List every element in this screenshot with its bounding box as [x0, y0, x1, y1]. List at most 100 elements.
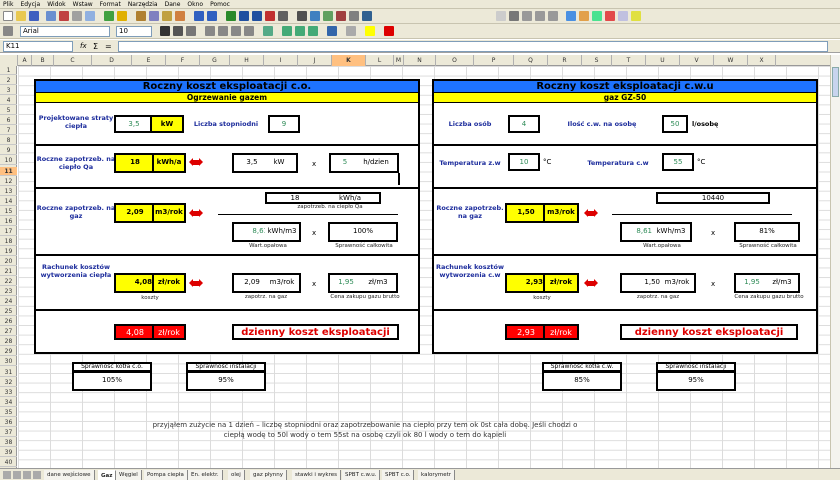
row-header[interactable]: 21 [0, 267, 17, 276]
row-header[interactable]: 18 [0, 237, 17, 246]
temp-cw-value[interactable]: 55 [662, 153, 694, 171]
row-header[interactable]: 36 [0, 418, 17, 427]
background-color-icon[interactable] [365, 26, 375, 36]
next-sheet-icon[interactable] [23, 471, 31, 479]
row-header[interactable]: 9 [0, 146, 17, 156]
row-header[interactable]: 3 [0, 86, 17, 96]
hyperlink-icon[interactable] [226, 11, 236, 21]
column-header[interactable]: Q [514, 55, 548, 66]
datasource-icon[interactable] [336, 11, 346, 21]
sheet-tab[interactable]: gaz płynny [250, 470, 288, 480]
column-header[interactable]: M [394, 55, 404, 66]
row-header[interactable]: 32 [0, 378, 17, 387]
select-icon[interactable] [496, 11, 506, 21]
sheet-tab[interactable]: kalorymetr [418, 470, 456, 480]
column-header[interactable]: A [18, 55, 32, 66]
select-all-corner[interactable] [0, 55, 18, 66]
styles-icon[interactable] [3, 26, 13, 36]
name-box[interactable]: K11 [3, 41, 73, 52]
menu-item[interactable]: Edycja [20, 1, 40, 8]
align-center-icon[interactable] [218, 26, 228, 36]
row-header[interactable]: 6 [0, 116, 17, 126]
formula-input[interactable] [118, 41, 828, 52]
row-header[interactable]: 19 [0, 247, 17, 256]
row-header[interactable]: 40 [0, 458, 17, 467]
row-header[interactable]: 17 [0, 227, 17, 236]
row-header[interactable]: 10 [0, 156, 17, 166]
row-header[interactable]: 23 [0, 287, 17, 297]
column-header[interactable]: P [474, 55, 514, 66]
arrows-icon[interactable] [592, 11, 602, 21]
vertical-scrollbar[interactable] [830, 55, 840, 468]
justify-icon[interactable] [244, 26, 254, 36]
font-name-select[interactable]: Arial [20, 26, 110, 37]
cwu-inst-value[interactable]: 95% [656, 371, 736, 391]
paste-icon[interactable] [162, 11, 172, 21]
column-header[interactable]: D [92, 55, 132, 66]
merge-cells-icon[interactable] [263, 26, 273, 36]
symbols-icon[interactable] [579, 11, 589, 21]
row-header[interactable]: 28 [0, 337, 17, 347]
sort-descending-icon[interactable] [252, 11, 262, 21]
preview-icon[interactable] [85, 11, 95, 21]
row-header[interactable]: 34 [0, 398, 17, 407]
row-header[interactable]: 31 [0, 368, 17, 377]
liczba-osob-value[interactable]: 4 [508, 115, 540, 133]
zoom-icon[interactable] [349, 11, 359, 21]
cut-icon[interactable] [136, 11, 146, 21]
underline-icon[interactable] [186, 26, 196, 36]
decimal-icon[interactable] [308, 26, 318, 36]
column-header[interactable]: I [264, 55, 298, 66]
column-header[interactable]: G [200, 55, 230, 66]
sheet-tab[interactable]: SPBT c.w.u. [342, 470, 381, 480]
column-header[interactable]: V [680, 55, 714, 66]
row-header[interactable]: 25 [0, 307, 17, 317]
polygon-icon[interactable] [548, 11, 558, 21]
chart-icon[interactable] [265, 11, 275, 21]
row-header[interactable]: 13 [0, 187, 17, 196]
liczba-stopniodni-value[interactable]: 9 [268, 115, 300, 133]
menu-item[interactable]: Format [100, 1, 121, 8]
column-header[interactable]: T [612, 55, 646, 66]
row-header[interactable]: 5 [0, 106, 17, 116]
temp-zw-value[interactable]: 10 [508, 153, 540, 171]
column-header[interactable]: E [132, 55, 166, 66]
undo-icon[interactable] [194, 11, 204, 21]
help-icon[interactable] [362, 11, 372, 21]
new-document-icon[interactable] [3, 11, 13, 21]
column-header[interactable]: W [714, 55, 748, 66]
sheet-tab[interactable]: Gaz [98, 470, 117, 480]
row-header[interactable]: 24 [0, 297, 17, 307]
function-wizard-icon[interactable]: fx [80, 42, 87, 50]
menu-item[interactable]: Narzędzia [128, 1, 158, 8]
find-icon[interactable] [297, 11, 307, 21]
row-header[interactable]: 38 [0, 438, 17, 447]
row-header[interactable]: 8 [0, 136, 17, 146]
autospell-icon[interactable] [117, 11, 127, 21]
navigator-icon[interactable] [310, 11, 320, 21]
row-header[interactable]: 4 [0, 96, 17, 106]
currency-icon[interactable] [282, 26, 292, 36]
row-header[interactable]: 22 [0, 277, 17, 287]
menu-item[interactable]: Okno [187, 1, 203, 8]
row-header[interactable]: 37 [0, 428, 17, 437]
indent-icon[interactable] [327, 26, 337, 36]
row-header[interactable]: 14 [0, 197, 17, 206]
row-header[interactable]: 35 [0, 408, 17, 417]
sheet-tab[interactable]: Pompa ciepła [144, 470, 188, 480]
kotla-value[interactable]: 105% [72, 371, 152, 391]
row-header[interactable]: 39 [0, 448, 17, 457]
sheet-tab[interactable]: dane wejściowe [44, 470, 95, 480]
row-header[interactable]: 27 [0, 327, 17, 337]
scroll-thumb[interactable] [832, 67, 839, 97]
row-header[interactable]: 29 [0, 347, 17, 357]
menu-item[interactable]: Plik [3, 1, 13, 8]
prev-sheet-icon[interactable] [13, 471, 21, 479]
column-header[interactable]: H [230, 55, 264, 66]
align-left-icon[interactable] [205, 26, 215, 36]
ilosc-cw-value[interactable]: 50 [662, 115, 688, 133]
row-header[interactable]: 2 [0, 76, 17, 86]
sheet-tab[interactable]: SPBT c.o. [382, 470, 415, 480]
column-header[interactable]: C [54, 55, 92, 66]
last-sheet-icon[interactable] [33, 471, 41, 479]
